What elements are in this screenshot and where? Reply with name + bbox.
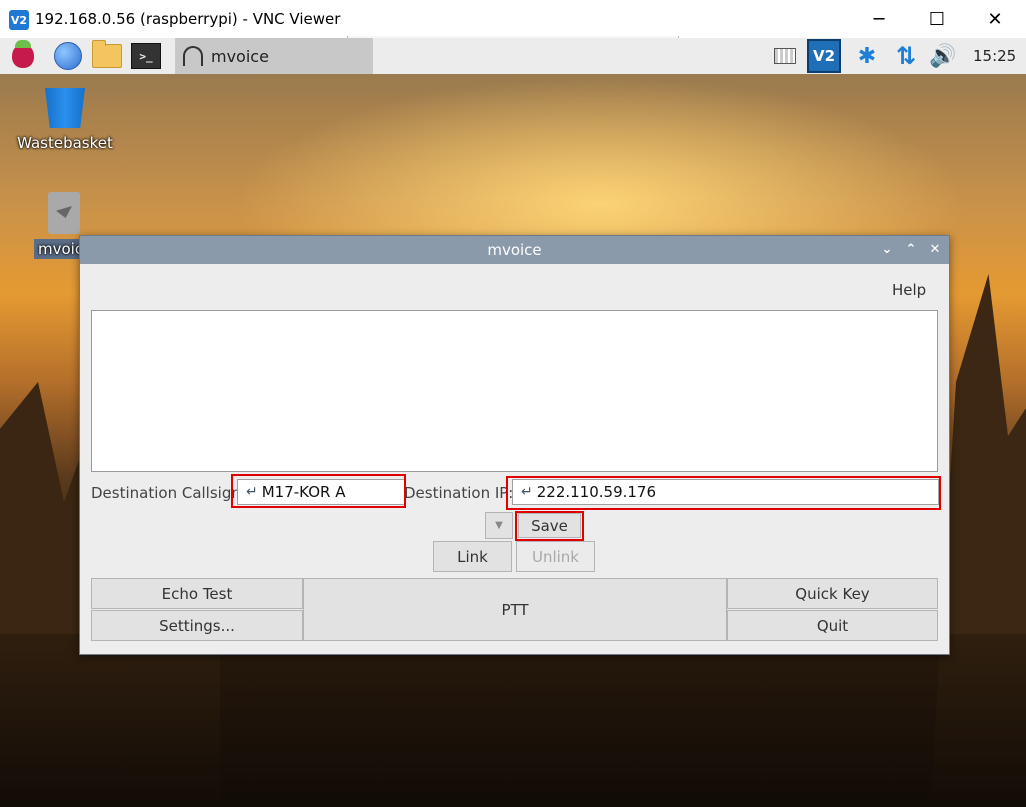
entry-history-icon: ↵ — [246, 484, 258, 500]
vnc-viewer-titlebar: V2 192.168.0.56 (raspberrypi) - VNC View… — [0, 0, 1026, 39]
volume-icon[interactable]: 🔊 — [928, 41, 958, 71]
ptt-button[interactable]: PTT — [303, 578, 727, 641]
quit-button[interactable]: Quit — [727, 610, 938, 641]
keyboard-icon[interactable] — [770, 41, 800, 71]
close-button[interactable]: ✕ — [966, 0, 1024, 38]
mvoice-titlebar[interactable]: mvoice ⌄ ⌃ ✕ — [80, 236, 949, 264]
destination-ip-input[interactable]: ↵ 222.110.59.176 — [512, 479, 939, 505]
taskbar: >_ mvoice V2 ✱ ⇅ 🔊 15:25 — [0, 38, 1026, 75]
destination-callsign-input[interactable]: ↵ M17-KOR A — [237, 479, 405, 505]
file-manager-icon[interactable] — [92, 40, 122, 71]
clock[interactable]: 15:25 — [973, 47, 1016, 65]
vnc-viewer-logo-icon: V2 — [9, 10, 29, 30]
destination-callsign-label: Destination Callsign: — [91, 484, 246, 502]
save-button[interactable]: Save — [518, 513, 581, 538]
echo-test-button[interactable]: Echo Test — [91, 578, 303, 609]
mvoice-file-icon — [48, 192, 80, 234]
destination-callsign-value: M17-KOR A — [261, 483, 346, 501]
headset-icon — [183, 46, 203, 66]
taskbar-item-mvoice[interactable]: mvoice — [175, 38, 373, 74]
desktop-item-wastebasket[interactable]: Wastebasket — [10, 88, 120, 152]
taskbar-item-label: mvoice — [211, 46, 269, 66]
destination-dropdown-button[interactable]: ▼ — [485, 512, 513, 539]
link-button[interactable]: Link — [433, 541, 512, 572]
log-text-area[interactable] — [91, 310, 938, 472]
unlink-button[interactable]: Unlink — [516, 541, 595, 572]
terminal-icon[interactable]: >_ — [131, 41, 161, 71]
mvoice-window: mvoice ⌄ ⌃ ✕ Help Destination Callsign: … — [79, 235, 950, 655]
mvoice-title: mvoice — [487, 241, 542, 259]
minimize-button[interactable]: ─ — [850, 0, 908, 38]
maximize-button[interactable]: ☐ — [908, 0, 966, 38]
destination-ip-label: Destination IP: — [404, 484, 514, 502]
settings-button[interactable]: Settings... — [91, 610, 303, 641]
raspberry-menu-icon[interactable] — [8, 40, 38, 71]
window-title: 192.168.0.56 (raspberrypi) - VNC Viewer — [35, 10, 341, 28]
wastebasket-icon — [45, 88, 85, 128]
window-maximize-icon[interactable]: ⌃ — [902, 240, 920, 258]
wallpaper-ground — [0, 634, 1026, 807]
network-icon[interactable]: ⇅ — [891, 41, 921, 71]
bluetooth-icon[interactable]: ✱ — [852, 41, 882, 71]
help-menu[interactable]: Help — [892, 281, 926, 299]
quick-key-button[interactable]: Quick Key — [727, 578, 938, 609]
window-minimize-icon[interactable]: ⌄ — [878, 240, 896, 258]
window-close-icon[interactable]: ✕ — [926, 240, 944, 258]
entry-history-icon: ↵ — [521, 484, 533, 500]
destination-ip-value: 222.110.59.176 — [536, 483, 657, 501]
web-browser-icon[interactable] — [53, 41, 83, 71]
desktop-item-label: Wastebasket — [17, 134, 113, 152]
vnc-server-icon[interactable]: V2 — [807, 39, 841, 73]
